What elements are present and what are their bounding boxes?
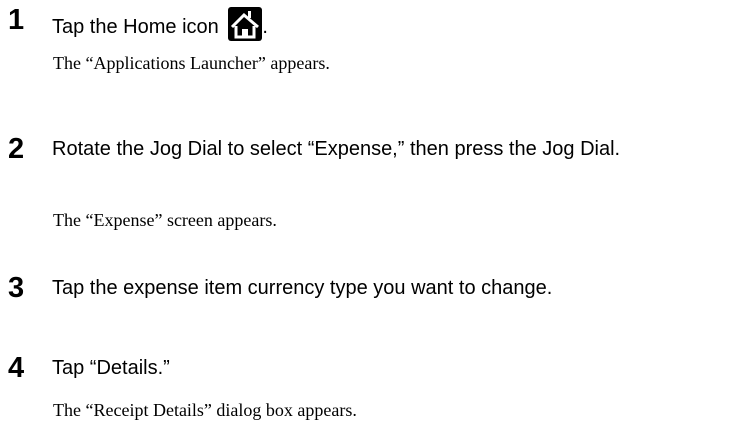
step-instruction: Tap the expense item currency type you w… [52,277,553,299]
step-instruction: Rotate the Jog Dial to select “Expense,”… [52,138,621,160]
step-number: 4 [8,352,25,384]
step-result: The “Expense” screen appears. [53,210,277,230]
step-number: 3 [8,272,25,304]
home-icon [228,7,263,41]
step-instruction: Tap the Home icon . [52,7,752,41]
step-result: The “Receipt Details” dialog box appears… [53,400,357,420]
step-number: 1 [8,4,25,36]
instruction-period: . [262,16,268,38]
step-instruction: Tap “Details.” [52,357,170,379]
step-result: The “Applications Launcher” appears. [53,53,330,73]
instruction-text: Tap the Home icon [52,16,219,38]
step-number: 2 [8,133,25,165]
